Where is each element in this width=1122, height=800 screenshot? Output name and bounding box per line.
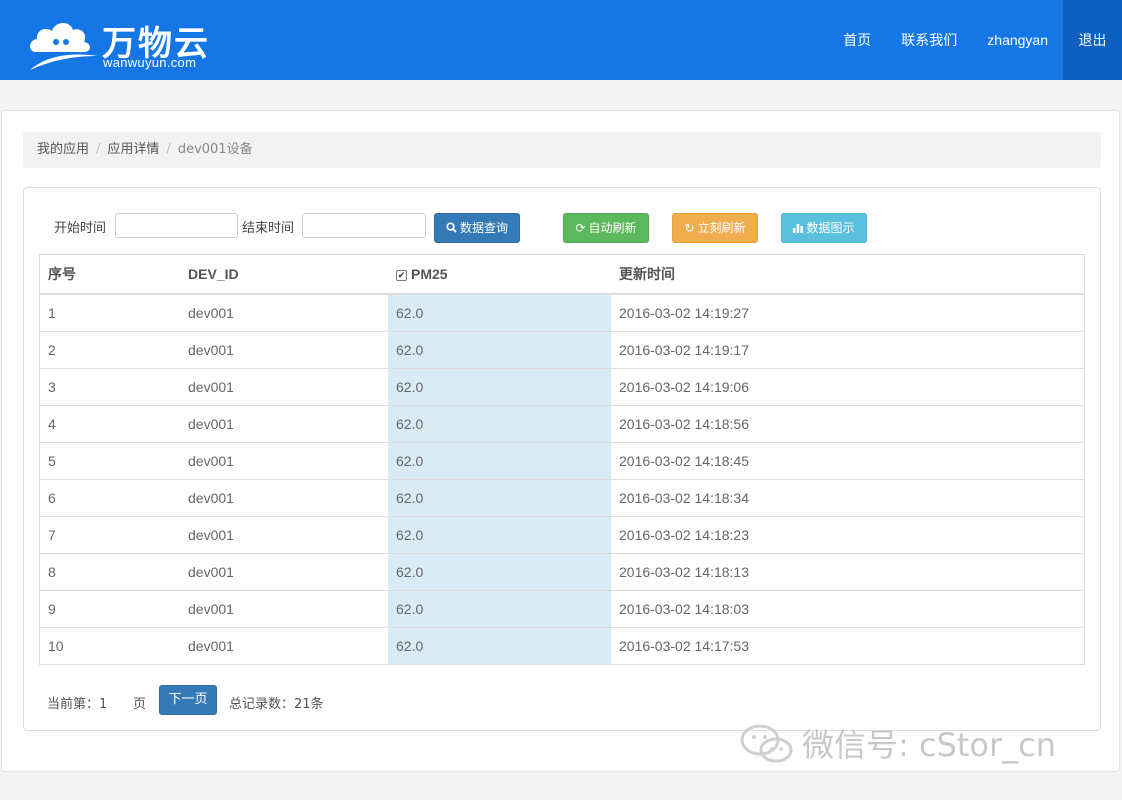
table-row: 2 dev001 62.0 2016-03-02 14:19:17 [40,330,1084,368]
search-icon [446,222,457,233]
cell-seq: 5 [40,441,180,479]
bar-chart-icon [793,224,804,233]
wechat-icon [740,724,793,763]
cell-pm25: 62.0 [388,294,611,331]
table-row: 1 dev001 62.0 2016-03-02 14:19:27 [40,294,1084,331]
brand-logo[interactable]: 万物云 wanwuyun.com [26,10,226,72]
table-row: 8 dev001 62.0 2016-03-02 14:18:13 [40,552,1084,590]
table-row: 10 dev001 62.0 2016-03-02 14:17:53 [40,626,1084,664]
table-header-row: 序号 DEV_ID ✔ PM25 更新时间 [40,255,1084,295]
table-row: 4 dev001 62.0 2016-03-02 14:18:56 [40,404,1084,442]
query-button-label: 数据查询 [459,221,508,235]
end-time-input[interactable] [302,213,426,238]
cell-update-time: 2016-03-02 14:19:06 [611,367,1084,405]
cell-seq: 3 [40,367,180,405]
cell-dev-id: dev001 [188,304,234,321]
cell-seq: 4 [40,404,180,442]
cell-pm25: 62.0 [388,478,611,516]
breadcrumb-device: dev001设备 [177,142,253,157]
header-update-time: 更新时间 [611,255,1084,295]
table-row: 7 dev001 62.0 2016-03-02 14:18:23 [40,515,1084,553]
cell-pm25: 62.0 [388,552,611,590]
next-page-button[interactable]: 下一页 [159,685,217,715]
table-row: 5 dev001 62.0 2016-03-02 14:18:45 [40,441,1084,479]
header-dev-id: DEV_ID [180,255,388,295]
chart-button-label: 数据图示 [806,221,855,235]
nav-logout-link[interactable]: 退出 [1063,0,1122,80]
cell-update-time: 2016-03-02 14:19:17 [611,330,1084,368]
end-time-label: 结束时间 [242,221,295,236]
cell-update-time: 2016-03-02 14:18:23 [611,515,1084,553]
cell-pm25: 62.0 [388,515,611,553]
cloud-icon [30,22,98,70]
cell-seq: 6 [40,478,180,516]
cell-pm25: 62.0 [388,626,611,664]
cell-seq: 8 [40,552,180,590]
table-row: 9 dev001 62.0 2016-03-02 14:18:03 [40,589,1084,627]
cell-pm25: 62.0 [388,441,611,479]
cell-dev-id: dev001 [180,515,388,553]
cell-update-time: 2016-03-02 14:17:53 [611,626,1084,664]
cell-seq: 2 [40,330,180,368]
auto-refresh-button[interactable]: ⟳ 自动刷新 [563,213,649,243]
table-body: 1 dev001 62.0 2016-03-02 14:19:27 2 dev001 62… [40,294,1084,664]
watermark-text: 微信号: cStor_cn [802,726,1057,764]
cell-seq: 1 [48,304,56,321]
cell-pm25: 62.0 [388,367,611,405]
logo-domain: wanwuyun.com [103,55,197,70]
header-seq: 序号 [40,255,180,295]
cell-dev-id: dev001 [180,330,388,368]
cell-dev-id: dev001 [180,552,388,590]
cell-update-time: 2016-03-02 14:18:56 [611,404,1084,442]
cell-seq: 9 [40,589,180,627]
breadcrumb-my-apps[interactable]: 我的应用 [37,142,89,157]
cell-update-time: 2016-03-02 14:18:34 [611,478,1084,516]
nav-links: 首页 联系我们 zhangyan 退出 [828,0,1122,80]
cell-update-time: 2016-03-02 14:18:13 [611,552,1084,590]
pager-current-page: 当前第：1 [47,697,108,712]
breadcrumb: 我的应用 / 应用详情 / dev001设备 [23,132,1101,168]
data-panel: 开始时间 结束时间 数据查询 ⟳ 自动刷新 ↻ 立刻刷新 数据图示 序号 DEV_I… [23,187,1101,731]
cell-update-time: 2016-03-02 14:18:45 [611,441,1084,479]
cell-dev-id: dev001 [180,441,388,479]
query-button[interactable]: 数据查询 [434,213,520,243]
cell-seq: 10 [40,626,180,664]
refresh-now-button-label: 立刻刷新 [697,221,746,235]
table-row: 3 dev001 62.0 2016-03-02 14:19:06 [40,367,1084,405]
data-table: 序号 DEV_ID ✔ PM25 更新时间 1 dev001 62.0 2016-03-… [40,255,1084,664]
pager-total-records: 总记录数：21条 [229,697,324,712]
header-pm25: ✔ PM25 [388,255,611,295]
pm25-checkbox[interactable]: ✔ [396,270,407,281]
refresh-now-button[interactable]: ↻ 立刻刷新 [672,213,758,243]
cell-dev-id: dev001 [180,626,388,664]
redo-icon: ↻ [684,221,695,235]
breadcrumb-separator: / [166,142,171,157]
top-navbar: 万物云 wanwuyun.com 首页 联系我们 zhangyan 退出 [0,0,1122,80]
nav-home-link[interactable]: 首页 [828,0,886,80]
cell-dev-id: dev001 [180,404,388,442]
header-pm25-label: PM25 [411,266,448,282]
refresh-icon: ⟳ [575,221,586,235]
cell-update-time: 2016-03-02 14:19:27 [619,304,749,321]
cell-dev-id: dev001 [180,589,388,627]
nav-user-link[interactable]: zhangyan [972,0,1063,80]
breadcrumb-app-details[interactable]: 应用详情 [107,142,159,157]
data-table-container: 序号 DEV_ID ✔ PM25 更新时间 1 dev001 62.0 2016-03-… [39,254,1085,665]
table-row: 6 dev001 62.0 2016-03-02 14:18:34 [40,478,1084,516]
pager-page-suffix: 页 [133,697,147,712]
cell-pm25: 62.0 [388,330,611,368]
start-time-label: 开始时间 [54,221,107,236]
auto-refresh-button-label: 自动刷新 [588,221,637,235]
cell-dev-id: dev001 [180,478,388,516]
cell-update-time: 2016-03-02 14:18:03 [611,589,1084,627]
chart-button[interactable]: 数据图示 [781,213,867,243]
cell-pm25: 62.0 [388,404,611,442]
cell-seq: 7 [40,515,180,553]
breadcrumb-separator: / [96,142,101,157]
nav-contact-link[interactable]: 联系我们 [886,0,972,80]
cell-dev-id: dev001 [180,367,388,405]
start-time-input[interactable] [115,213,238,238]
main-panel: 我的应用 / 应用详情 / dev001设备 开始时间 结束时间 数据查询 ⟳ 自动刷新 … [1,110,1120,772]
cell-pm25: 62.0 [388,589,611,627]
